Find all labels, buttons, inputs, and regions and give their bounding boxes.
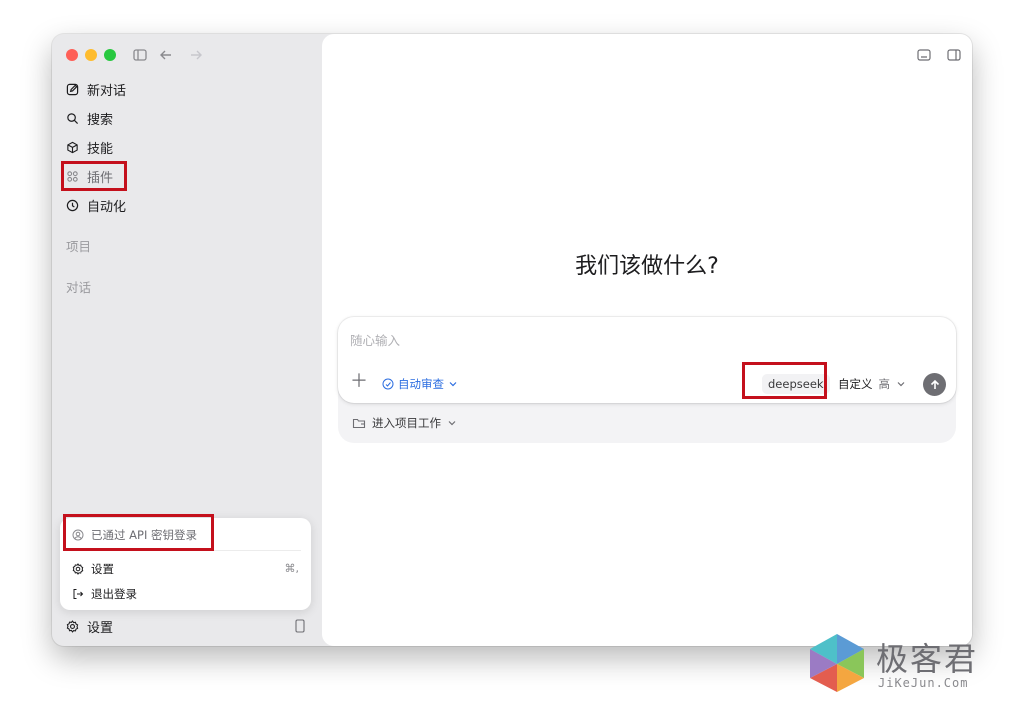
sidebar-item-label: 技能 <box>87 141 114 157</box>
menu-item-label: 退出登录 <box>91 587 137 601</box>
sidebar-settings-button[interactable]: 设置 <box>66 616 113 636</box>
watermark-brand: 极客君 <box>876 640 979 678</box>
cube-icon <box>67 141 78 153</box>
sidebar-item-label: 自动化 <box>87 199 127 215</box>
send-button[interactable] <box>923 373 946 396</box>
sidebar: 新对话 搜索 技能 插件 自动化 项目 对话 已通过 API 密钥登录 设置 ⌘… <box>52 34 322 646</box>
message-input[interactable]: 随心输入 <box>350 330 400 349</box>
close-window-button[interactable] <box>66 49 78 61</box>
watermark-logo-icon <box>810 634 864 692</box>
window-controls <box>66 49 116 61</box>
watermark: 极客君 JiKeJun.Com <box>806 632 1016 696</box>
menu-item-logout[interactable]: 退出登录 <box>72 586 137 602</box>
model-highlight-box <box>742 362 827 399</box>
main-panel: 我们该做什么? 随心输入 ＋ 自动审查 deepseek 自定义 高 进入项目工… <box>322 34 972 646</box>
sidebar-toggle-icon[interactable] <box>132 47 148 63</box>
login-status-highlight-box <box>63 514 214 551</box>
sidebar-item-label: 搜索 <box>87 112 114 128</box>
app-window: 新对话 搜索 技能 插件 自动化 项目 对话 已通过 API 密钥登录 设置 ⌘… <box>52 34 972 646</box>
mode-label: 自定义 <box>838 377 873 391</box>
menu-item-label: 设置 <box>91 562 114 576</box>
sidebar-item-label: 新对话 <box>87 83 127 99</box>
sidebar-item-new-chat[interactable]: 新对话 <box>66 79 126 99</box>
gear-icon <box>72 563 84 575</box>
clock-icon <box>66 199 79 211</box>
message-composer[interactable]: 随心输入 ＋ 自动审查 deepseek 自定义 高 <box>338 317 956 403</box>
enter-project-button[interactable]: 进入项目工作 <box>352 415 457 431</box>
review-icon <box>382 378 394 390</box>
plugins-highlight-box <box>61 161 127 191</box>
back-arrow-icon[interactable] <box>158 47 174 63</box>
minimize-window-button[interactable] <box>85 49 97 61</box>
section-projects: 项目 <box>66 239 92 254</box>
edit-icon <box>66 83 79 95</box>
forward-arrow-icon[interactable] <box>188 47 204 63</box>
logout-icon <box>73 589 84 599</box>
reasoning-level-dropdown[interactable]: 自定义 高 <box>838 376 906 392</box>
sidebar-item-skills[interactable]: 技能 <box>66 137 113 157</box>
arrow-up-icon <box>930 379 939 389</box>
settings-shortcut: ⌘, <box>284 562 300 575</box>
right-panel-toggle-icon[interactable] <box>946 47 962 63</box>
chevron-down-icon <box>897 382 905 387</box>
device-icon[interactable] <box>294 619 306 633</box>
bottom-panel-toggle-icon[interactable] <box>916 47 932 63</box>
zoom-window-button[interactable] <box>104 49 116 61</box>
sidebar-settings-label: 设置 <box>87 620 114 636</box>
add-attachment-button[interactable]: ＋ <box>350 373 368 391</box>
sidebar-item-search[interactable]: 搜索 <box>66 108 113 128</box>
sidebar-item-automation[interactable]: 自动化 <box>66 195 126 215</box>
gear-icon <box>66 619 79 633</box>
chevron-down-icon <box>449 382 457 387</box>
section-conversations: 对话 <box>66 280 92 295</box>
watermark-site: JiKeJun.Com <box>878 676 969 690</box>
folder-icon <box>352 418 366 429</box>
page-title: 我们该做什么? <box>575 254 719 279</box>
chevron-down-icon <box>448 421 456 426</box>
composer-area: 随心输入 ＋ 自动审查 deepseek 自定义 高 进入项目工作 <box>338 317 956 443</box>
enter-project-label: 进入项目工作 <box>372 416 441 430</box>
level-label: 高 <box>878 377 891 391</box>
menu-item-settings[interactable]: 设置 <box>72 561 114 577</box>
auto-review-dropdown[interactable]: 自动审查 <box>382 376 458 392</box>
auto-review-label: 自动审查 <box>398 377 444 391</box>
search-icon <box>67 112 79 124</box>
